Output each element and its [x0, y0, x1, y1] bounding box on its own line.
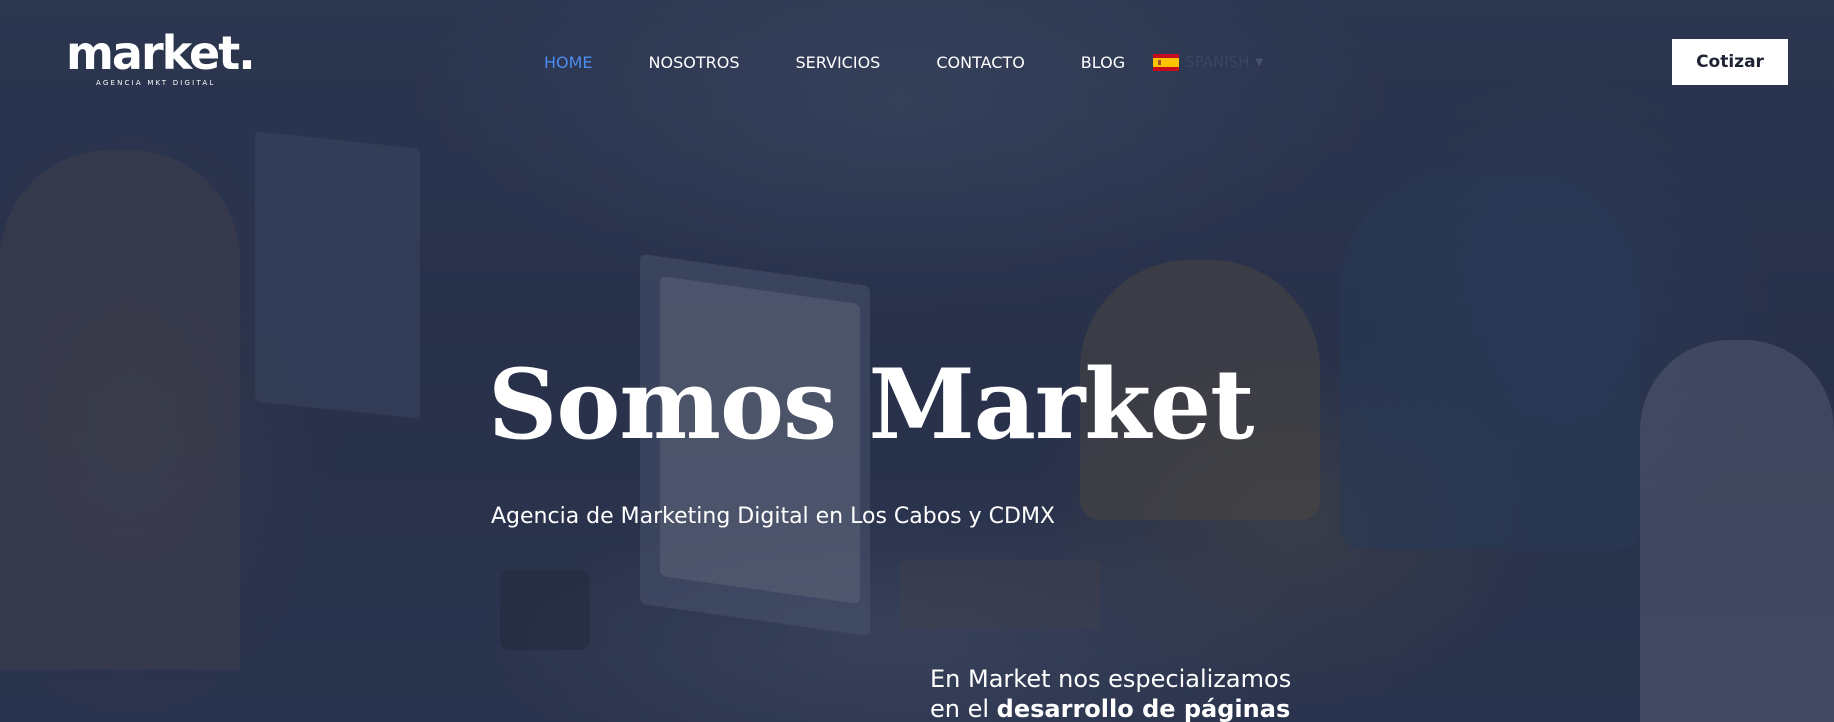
hero-body-line-1: En Market nos especializamos	[930, 665, 1292, 693]
nav-item-servicios[interactable]: SERVICIOS	[796, 53, 881, 72]
main-nav: HOME NOSOTROS SERVICIOS CONTACTO BLOG SP…	[544, 50, 1263, 74]
site-header: market. AGENCIA MKT DIGITAL HOME NOSOTRO…	[0, 0, 1834, 124]
hero-title: Somos Market	[488, 348, 1254, 461]
nav-item-blog[interactable]: BLOG	[1081, 53, 1125, 72]
spain-flag-icon	[1153, 53, 1180, 71]
language-label: SPANISH	[1185, 53, 1250, 71]
hero-section: market. AGENCIA MKT DIGITAL HOME NOSOTRO…	[0, 0, 1834, 722]
hero-body-text: En Market nos especializamos en el desar…	[930, 664, 1350, 722]
caret-down-icon: ▼	[1255, 56, 1264, 68]
language-selector[interactable]: SPANISH ▼	[1153, 53, 1263, 71]
cotizar-button[interactable]: Cotizar	[1672, 39, 1788, 85]
logo-wordmark: market.	[66, 26, 256, 80]
hero-body-highlight: desarrollo de páginas	[996, 695, 1291, 722]
nav-item-nosotros[interactable]: NOSOTROS	[649, 53, 740, 72]
hero-body-line-2: en el desarrollo de páginas	[930, 694, 1350, 722]
nav-item-home[interactable]: HOME	[544, 53, 593, 72]
site-logo[interactable]: market. AGENCIA MKT DIGITAL	[66, 26, 256, 92]
nav-item-contacto[interactable]: CONTACTO	[936, 53, 1024, 72]
hero-body-prefix: en el	[930, 695, 997, 722]
hero-subtitle: Agencia de Marketing Digital en Los Cabo…	[491, 504, 1055, 529]
logo-tagline: AGENCIA MKT DIGITAL	[96, 79, 216, 87]
